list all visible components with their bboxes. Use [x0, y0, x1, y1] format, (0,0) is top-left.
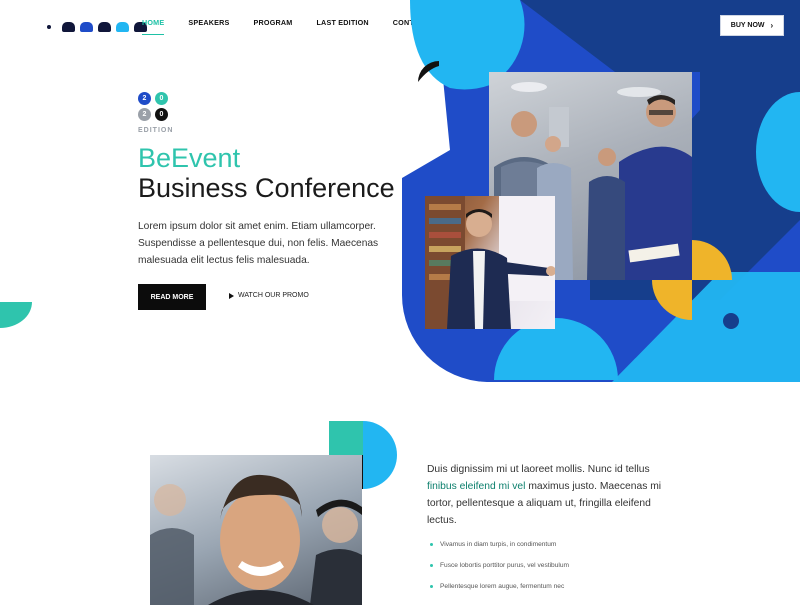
bg-teal-square — [329, 421, 363, 455]
attendee-illustration — [150, 474, 362, 605]
list-item: Vivamus in diam turpis, in condimentum — [430, 541, 569, 562]
bg-navy-dot — [723, 313, 739, 329]
hero-lead: Lorem ipsum dolor sit amet enim. Etiam u… — [138, 221, 379, 266]
speaker-photo — [425, 196, 555, 329]
list-item: Fusce lobortis porttitor purus, vel vest… — [430, 562, 569, 583]
badge-digit: 2 — [138, 92, 151, 105]
speaker-illustration — [425, 196, 555, 329]
buy-now-label: BUY NOW — [730, 22, 765, 29]
feature-list: Vivamus in diam turpis, in condimentum F… — [430, 541, 569, 604]
attendee-photo — [150, 455, 362, 605]
badge-digit: 2 — [138, 108, 151, 121]
edition-label: EDITION — [138, 127, 174, 134]
read-more-button[interactable]: READ MORE — [138, 284, 206, 310]
about-paragraph: Duis dignissim mi ut laoreet mollis. Nun… — [427, 461, 667, 529]
bg-sky-half — [363, 421, 397, 489]
play-icon — [229, 292, 234, 299]
buy-now-button[interactable]: BUY NOW › — [720, 15, 784, 36]
badge-digit: 0 — [155, 92, 168, 105]
badge-digit: 0 — [155, 108, 168, 121]
about-highlight: finibus eleifend mi vel — [427, 481, 526, 492]
chevron-right-icon: › — [770, 21, 774, 30]
hero-title-main: Business Conference — [138, 173, 395, 203]
list-item: Pellentesque lorem augue, fermentum nec — [430, 583, 569, 604]
bg-teal-half — [0, 302, 32, 328]
watch-promo-link[interactable]: WATCH OUR PROMO — [229, 292, 309, 299]
about-text: Duis dignissim mi ut laoreet mollis. Nun… — [427, 464, 650, 475]
watch-promo-label: WATCH OUR PROMO — [238, 292, 309, 299]
hero-title-accent: BeEvent — [138, 143, 241, 173]
